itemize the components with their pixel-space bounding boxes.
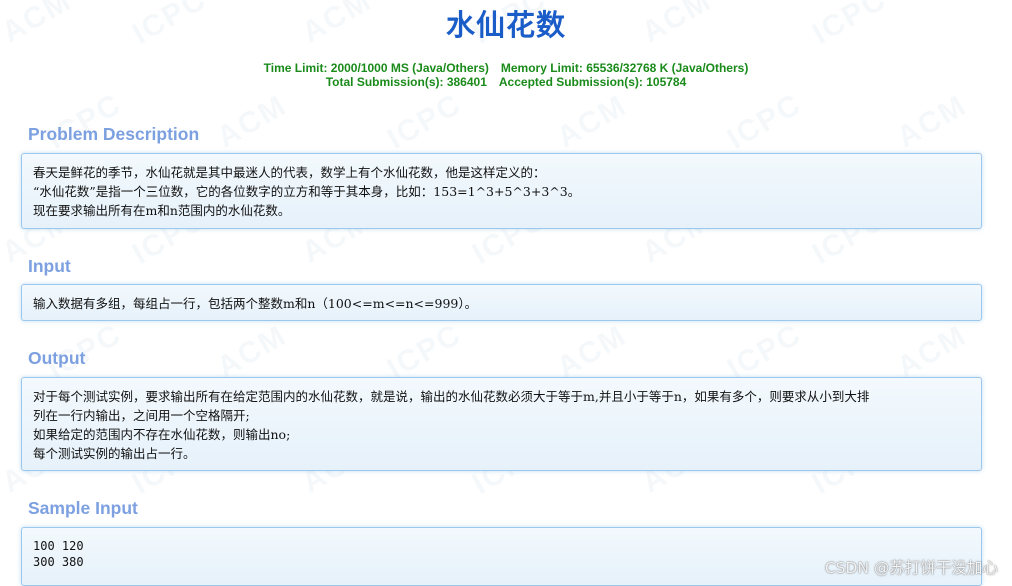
csdn-watermark-label: CSDN @苏打饼干没加心 <box>824 559 998 577</box>
description-heading: Problem Description <box>28 124 200 144</box>
output-line: 每个测试实例的输出占一行。 <box>33 446 196 461</box>
input-panel: 输入数据有多组，每组占一行，包括两个整数m和n（100<=m<=n<=999）。 <box>21 284 982 321</box>
watermark-text: ACM <box>551 318 633 385</box>
output-line: 对于每个测试实例，要求输出所有在给定范围内的水仙花数，就是说，输出的水仙花数必须… <box>33 389 870 404</box>
problem-title: 水仙花数 <box>445 8 566 42</box>
watermark-text: ACM <box>211 88 293 155</box>
accepted-submissions: Accepted Submission(s): 105784 <box>498 75 687 89</box>
time-limit: Time Limit: 2000/1000 MS (Java/Others) <box>263 61 489 75</box>
watermark-text: ICPC <box>721 87 808 156</box>
memory-limit: Memory Limit: 65536/32768 K (Java/Others… <box>500 61 749 75</box>
description-line: “水仙花数”是指一个三位数，它的各位数字的立方和等于其本身，比如：153=1^3… <box>33 184 581 199</box>
sample-input-line: 100 120 <box>33 539 84 553</box>
problem-limits: Time Limit: 2000/1000 MS (Java/Others) Me… <box>0 61 1012 89</box>
watermark-text: ICPC <box>41 87 128 156</box>
output-line: 如果给定的范围内不存在水仙花数，则输出no; <box>33 427 291 442</box>
description-panel: 春天是鲜花的季节，水仙花就是其中最迷人的代表，数学上有个水仙花数，他是这样定义的… <box>21 153 982 229</box>
output-line: 列在一行内输出，之间用一个空格隔开; <box>33 408 250 423</box>
problem-page: ACM ICPC ACM ICPC ACM ICPC ICPC ACM ICPC ACM ICPC A… <box>0 0 1012 586</box>
sample-input-heading: Sample Input <box>28 498 138 518</box>
limits-row-1: Time Limit: 2000/1000 MS (Java/Others) Me… <box>0 61 1012 75</box>
watermark-text: ACM <box>211 318 293 385</box>
output-panel: 对于每个测试实例，要求输出所有在给定范围内的水仙花数，就是说，输出的水仙花数必须… <box>21 377 982 471</box>
input-line: 输入数据有多组，每组占一行，包括两个整数m和n（100<=m<=n<=999）。 <box>33 296 478 311</box>
output-heading: Output <box>28 348 86 368</box>
watermark-text: ACM <box>551 88 633 155</box>
limits-row-2: Total Submission(s): 386401 Accepted Subm… <box>0 75 1012 89</box>
description-line: 现在要求输出所有在m和n范围内的水仙花数。 <box>33 203 291 218</box>
total-submissions: Total Submission(s): 386401 <box>325 75 487 89</box>
description-line: 春天是鲜花的季节，水仙花就是其中最迷人的代表，数学上有个水仙花数，他是这样定义的… <box>33 165 546 180</box>
input-heading: Input <box>28 256 71 276</box>
watermark-text: ACM <box>891 88 973 155</box>
watermark-text: ACM <box>891 318 973 385</box>
watermark-text: ICPC <box>381 87 468 156</box>
